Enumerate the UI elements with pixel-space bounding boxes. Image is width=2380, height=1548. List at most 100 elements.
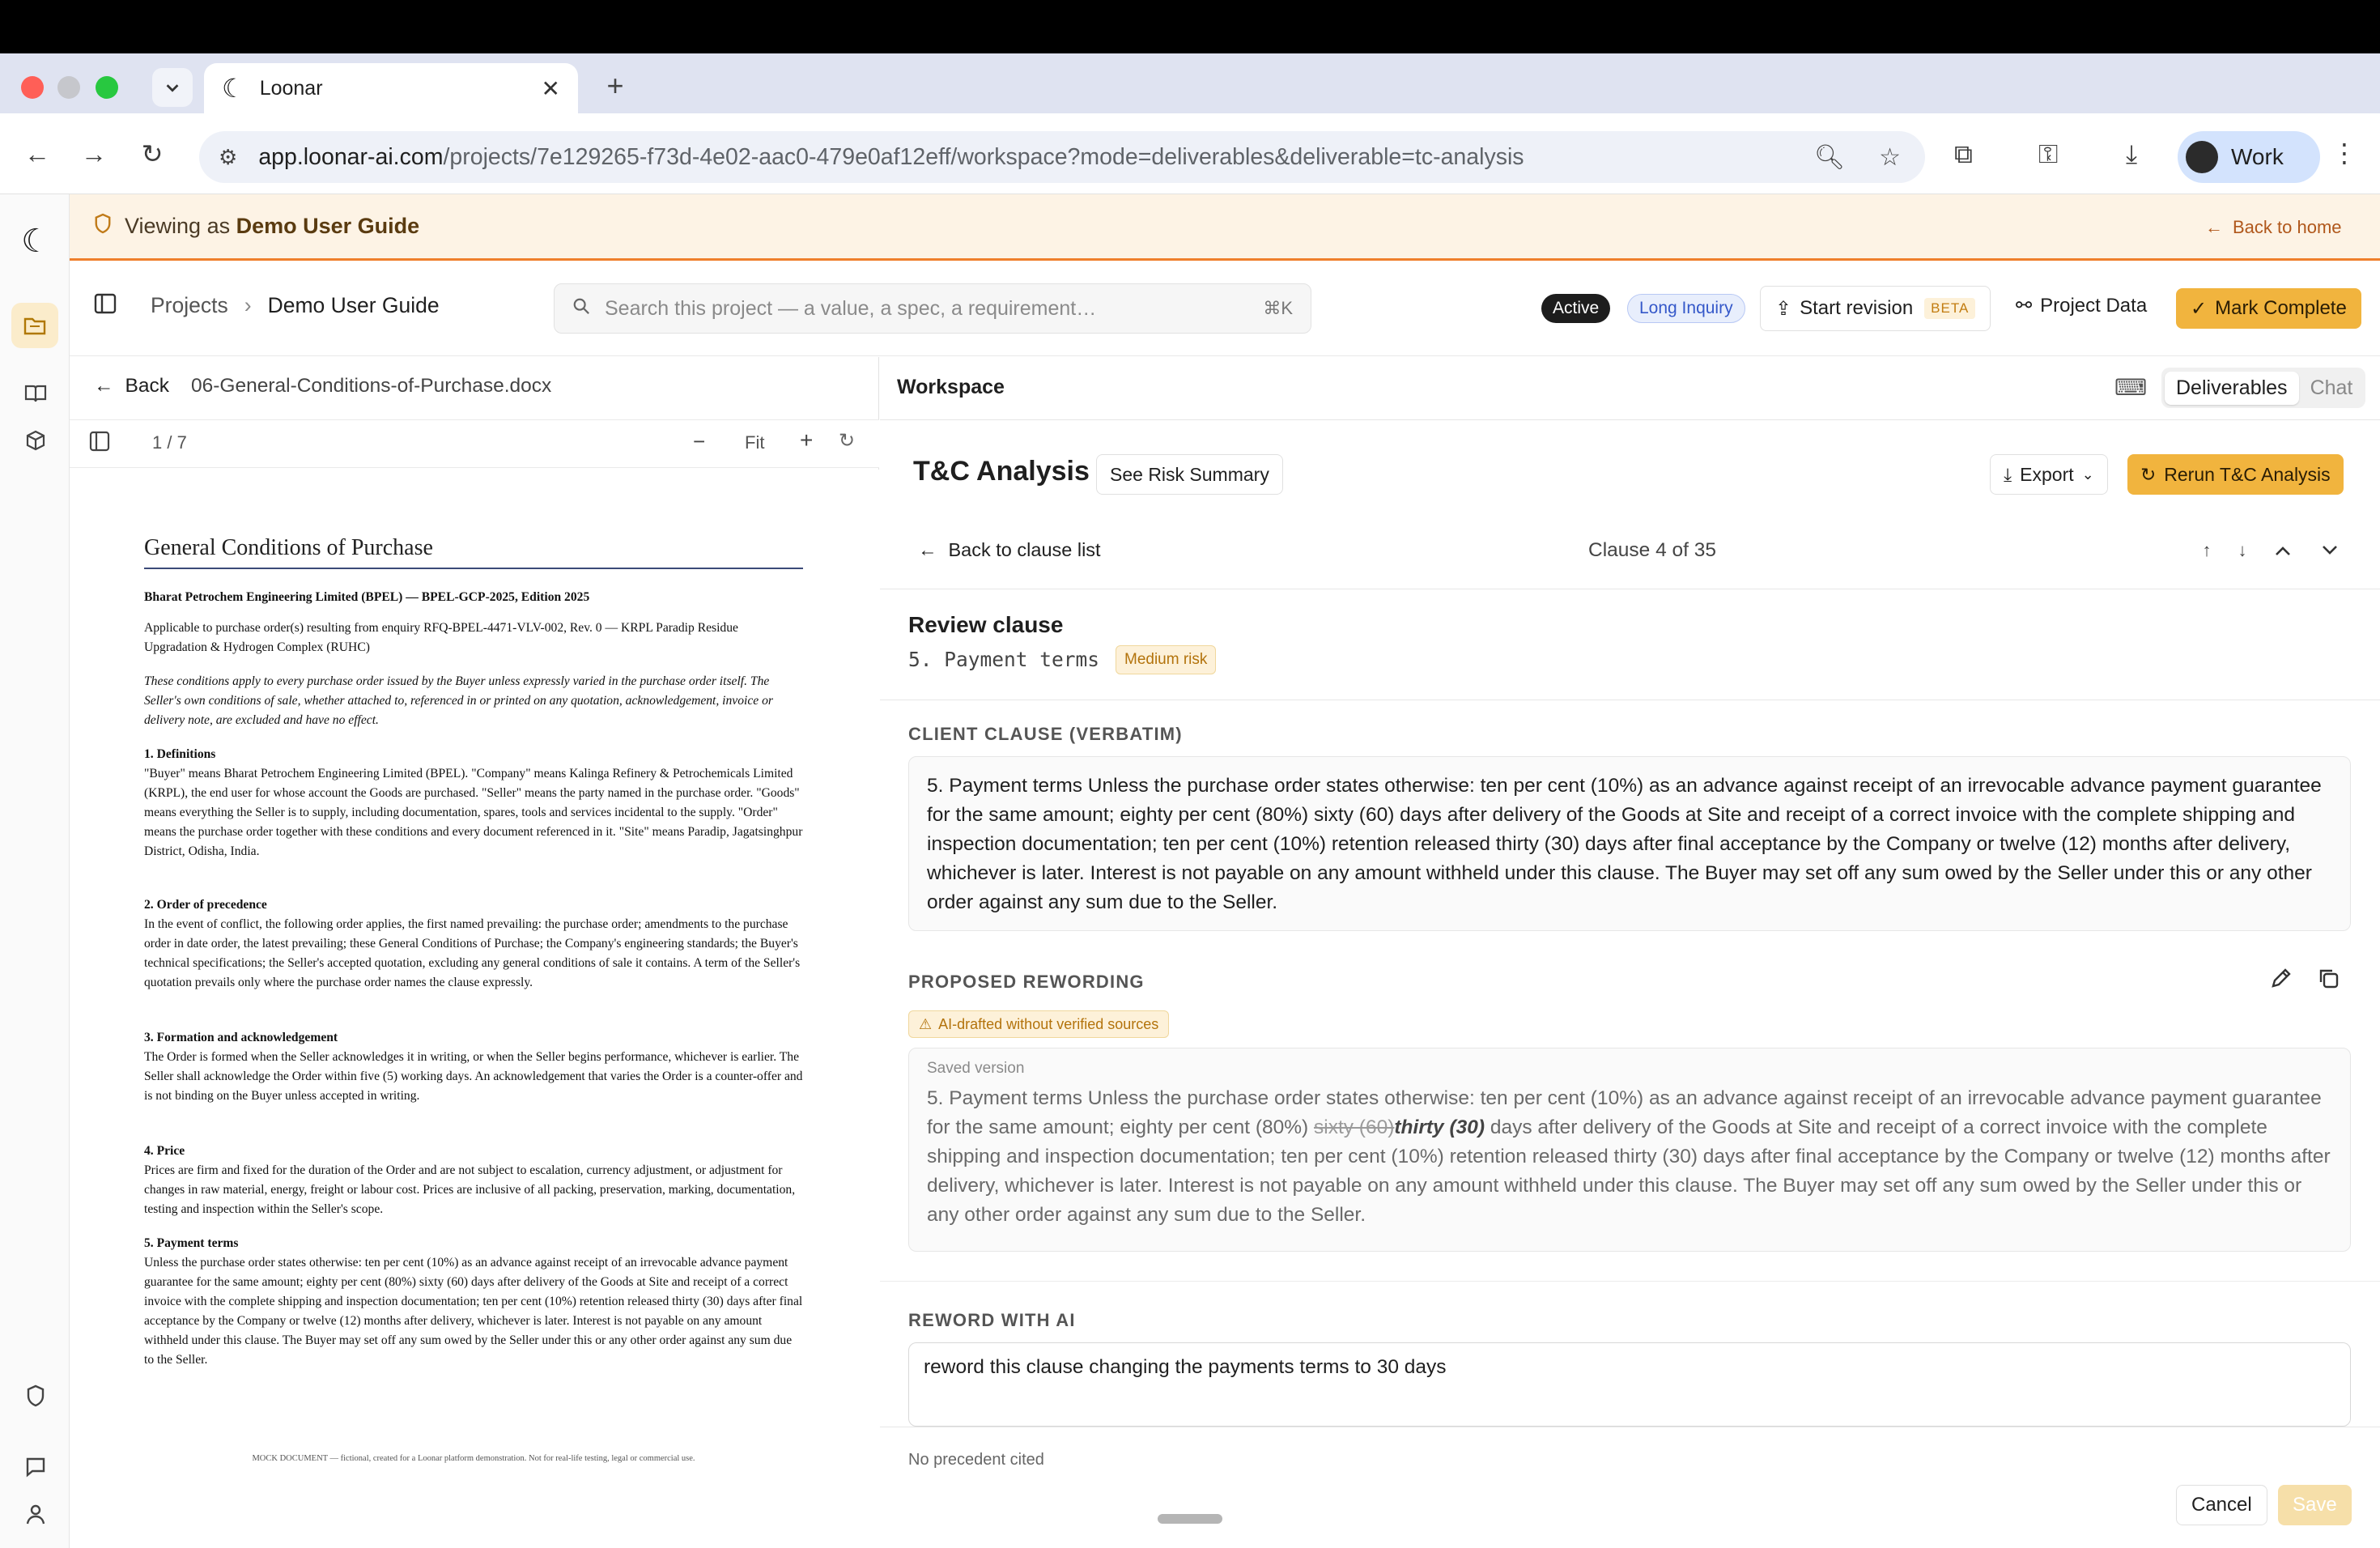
window-zoom-button[interactable] [96,76,118,99]
breadcrumb-projects[interactable]: Projects [151,293,228,318]
viewing-user-name: Demo User Guide [236,214,420,238]
cancel-button[interactable]: Cancel [2176,1485,2267,1525]
zoom-icon[interactable]: 🔍︎ [1814,143,1845,172]
chevron-down-icon [166,84,179,92]
see-risk-summary-button[interactable]: See Risk Summary [1096,454,1283,495]
tab-deliverables[interactable]: Deliverables [2165,371,2299,405]
settings-sliders-icon: ⚯ [2016,295,2033,317]
new-tab-button[interactable]: + [599,69,631,102]
search-shortcut: ⌘K [1263,298,1293,318]
chat-bubble-icon[interactable] [18,1449,53,1485]
browser-tab[interactable]: ☾ Loonar ✕ [204,63,578,113]
thumbnails-toggle-icon[interactable] [89,431,110,457]
library-book-icon[interactable] [18,376,53,411]
proposed-rewording-label: PROPOSED REWORDING [908,972,1145,992]
section-body: In the event of conflict, the following … [144,917,801,989]
projects-folder-icon[interactable] [11,303,58,348]
window-close-button[interactable] [21,76,44,99]
status-badge: Active [1541,294,1611,323]
section-heading: 5. Payment terms [144,1236,239,1250]
chevron-up-icon[interactable] [2267,534,2299,567]
warning-icon: ⚠ [919,1015,933,1032]
loonar-logo-icon[interactable]: ☾ [18,223,53,259]
reload-icon[interactable]: ↻ [136,138,168,170]
document-footer: MOCK DOCUMENT — fictional, created for a… [252,1454,695,1463]
arrow-down-icon[interactable]: ↓ [2226,534,2259,567]
export-button[interactable]: ⤓ Export ⌄ [1990,454,2108,495]
rerun-analysis-button[interactable]: ↻ Rerun T&C Analysis [2127,454,2344,495]
mode-switch: Deliverables Chat [2161,368,2365,408]
browser-tab-title: Loonar [259,76,323,100]
site-info-icon[interactable]: ⚙ [219,145,237,170]
pencil-edit-icon[interactable] [2270,967,2293,996]
doc-back-button[interactable]: ← Back [94,375,169,398]
proposed-rewording-box: Saved version 5. Payment terms Unless th… [908,1048,2351,1252]
check-circle-icon: ✓ [2191,297,2208,320]
inquiry-type-badge: Long Inquiry [1627,294,1745,323]
package-box-icon[interactable] [18,423,53,458]
breadcrumb: Projects › Demo User Guide [151,293,440,318]
save-button[interactable]: Save [2278,1485,2352,1525]
upload-icon: ⇪ [1775,297,1792,320]
clause-name: 5. Payment terms [908,648,1100,671]
downloads-icon[interactable]: ⤓ [2126,139,2137,170]
tab-search-button[interactable] [152,68,193,107]
forward-arrow-icon[interactable]: → [78,138,110,170]
section-heading: 3. Formation and acknowledgement [144,1031,338,1044]
mark-complete-label: Mark Complete [2215,297,2347,319]
section-heading: 4. Price [144,1144,185,1158]
client-clause-text: 5. Payment terms Unless the purchase ord… [908,756,2351,931]
zoom-in-icon[interactable]: + [800,427,813,453]
clause-counter: Clause 4 of 35 [1588,539,1716,561]
project-data-label: Project Data [2040,294,2148,317]
ai-drafted-badge: ⚠ AI-drafted without verified sources [908,1010,1170,1038]
url-host: app.loonar-ai.com [258,143,444,170]
saved-version-label: Saved version [927,1060,1025,1077]
sidebar-toggle-icon[interactable] [94,293,117,321]
section-body: The Order is formed when the Seller ackn… [144,1050,803,1103]
client-clause-label: CLIENT CLAUSE (VERBATIM) [908,724,1183,744]
bookmark-star-icon[interactable]: ☆ [1879,143,1901,172]
back-to-clause-list-button[interactable]: ← Back to clause list [918,539,1101,561]
section-body: Unless the purchase order states otherwi… [144,1256,803,1367]
keyboard-icon[interactable]: ⌨ [2114,374,2147,401]
tab-chat[interactable]: Chat [2299,372,2365,405]
close-tab-icon[interactable]: ✕ [542,75,560,102]
reword-with-ai-label: REWORD WITH AI [908,1310,1076,1330]
deliverable-title: T&C Analysis [913,456,1090,487]
search-icon [572,297,590,321]
chevron-down-icon[interactable] [2314,534,2346,567]
chevron-right-icon: › [244,293,252,317]
window-minimize-button[interactable] [57,76,80,99]
risk-level-badge: Medium risk [1116,645,1217,674]
rotate-icon[interactable]: ↻ [839,429,855,453]
workspace-header [880,357,2380,420]
workspace-title: Workspace [897,376,1005,398]
arrow-up-icon[interactable]: ↑ [2191,534,2223,567]
arrow-left-icon: ← [94,375,114,397]
profile-chip[interactable]: Work [2178,131,2320,183]
document-applicable: Applicable to purchase order(s) resultin… [144,621,738,654]
copy-icon[interactable] [2317,967,2340,995]
project-data-button[interactable]: ⚯ Project Data [2016,294,2147,317]
breadcrumb-project: Demo User Guide [267,293,440,317]
page-indicator: 1 / 7 [152,432,187,453]
resize-handle[interactable] [1158,1514,1222,1524]
zoom-fit-button[interactable]: Fit [745,432,764,453]
zoom-out-icon[interactable]: − [693,429,705,454]
user-account-icon[interactable] [18,1496,53,1532]
extensions-puzzle-icon[interactable]: ⧉ [1954,139,1973,170]
browser-menu-icon[interactable]: ⋮ [2331,138,2357,168]
mark-complete-button[interactable]: ✓ Mark Complete [2176,288,2361,329]
start-revision-button[interactable]: ⇪ Start revision BETA [1760,286,1991,331]
address-bar[interactable]: ⚙ app.loonar-ai.com/projects/7e129265-f7… [199,131,1925,183]
reword-prompt-textarea[interactable]: reword this clause changing the payments… [908,1342,2351,1427]
section-body: "Buyer" means Bharat Petrochem Engineeri… [144,767,803,858]
chevron-down-icon: ⌄ [2081,466,2094,483]
back-arrow-icon[interactable]: ← [21,138,53,170]
project-search-input[interactable]: Search this project — a value, a spec, a… [554,283,1311,334]
back-to-home-link[interactable]: ← Back to home [2205,217,2342,238]
shield-icon[interactable] [18,1378,53,1414]
url-text[interactable]: app.loonar-ai.com/projects/7e129265-f73d… [258,144,1780,171]
password-key-icon[interactable]: ⚿ [2038,139,2058,170]
